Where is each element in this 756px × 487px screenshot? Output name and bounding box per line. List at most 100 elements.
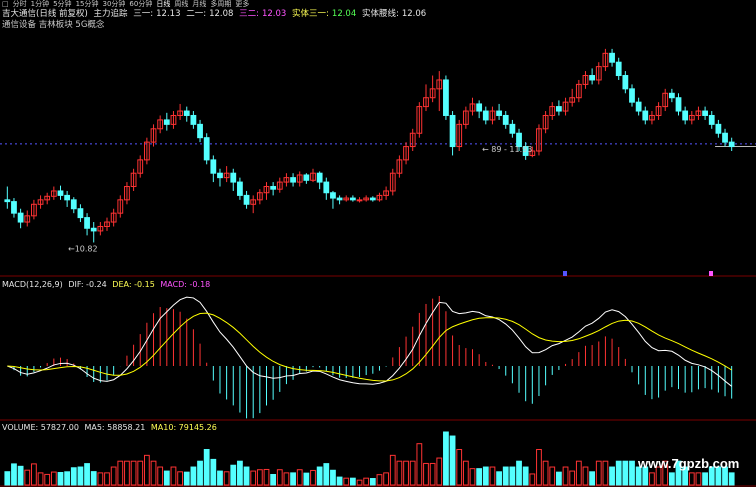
volume-bar <box>502 466 509 486</box>
candle-body <box>336 197 343 201</box>
candle-body <box>190 114 197 125</box>
volume-bar <box>602 460 609 486</box>
candle-body <box>217 172 223 179</box>
volume-bar <box>575 460 582 486</box>
volume-bar <box>303 472 310 486</box>
volume-bar <box>150 460 157 486</box>
volume-bar <box>70 467 77 486</box>
candle-body <box>682 110 689 121</box>
event-marker <box>563 271 567 276</box>
volume-bar <box>569 470 576 486</box>
volume-bar <box>316 466 323 486</box>
volume-bar <box>84 463 90 486</box>
volume-bar <box>57 472 64 486</box>
candle-body <box>443 79 449 116</box>
volume-bar <box>549 466 556 486</box>
candle-body <box>4 199 11 203</box>
event-marker <box>709 271 713 276</box>
candle-body <box>243 194 250 205</box>
candle-body <box>728 141 735 148</box>
candle-body <box>509 123 516 134</box>
volume-bar <box>363 477 370 486</box>
candle-body <box>675 97 682 112</box>
volume-bar <box>443 431 449 486</box>
volume-bar <box>436 457 443 486</box>
volume-bar <box>124 460 130 486</box>
volume-bar <box>276 469 283 486</box>
volume-bar <box>389 454 396 486</box>
candle-body <box>303 174 310 181</box>
candle-body <box>449 114 456 148</box>
candle-body <box>57 190 64 196</box>
candle-body <box>163 119 170 125</box>
volume-bar <box>296 469 303 486</box>
candle-body <box>210 159 217 174</box>
volume-bar <box>183 471 190 486</box>
candle-body <box>482 110 489 121</box>
low-annotation: ←10.82 <box>68 244 98 253</box>
volume-bar <box>469 468 476 486</box>
chart-canvas[interactable]: ← 89 - 11.93 ←10.82 <box>0 0 756 487</box>
candle-body <box>90 227 97 232</box>
volume-bar <box>157 466 164 486</box>
volume-bar <box>170 466 177 486</box>
candle-body <box>708 114 715 125</box>
volume-bar <box>44 473 51 486</box>
candle-body <box>349 197 356 201</box>
volume-bar <box>376 474 383 486</box>
volume-bar <box>409 460 416 486</box>
candle-body <box>323 181 330 194</box>
volume-bar <box>582 466 589 486</box>
volume-bar <box>522 466 529 486</box>
candle-body <box>70 199 77 210</box>
candle-body <box>17 212 24 223</box>
volume-bar <box>50 471 57 486</box>
candle-body <box>609 52 615 63</box>
volume-bar <box>695 472 702 486</box>
volume-bar <box>516 460 522 486</box>
candle-body <box>84 217 90 229</box>
candle-body <box>369 197 376 201</box>
volume-bar <box>310 469 316 486</box>
dif-line <box>7 296 732 387</box>
volume-bar <box>336 476 343 486</box>
candle-body <box>702 110 708 116</box>
volume-bar <box>536 449 542 486</box>
candle-body <box>64 194 71 201</box>
candle-body <box>589 75 596 81</box>
volume-bar <box>323 463 330 486</box>
candle-body <box>77 208 84 219</box>
volume-bar <box>449 435 456 486</box>
volume-bar <box>197 460 203 486</box>
volume-bar <box>37 472 44 486</box>
volume-bar <box>629 460 635 486</box>
volume-bar <box>217 470 223 486</box>
volume-bar <box>203 449 210 486</box>
candle-body <box>668 92 675 99</box>
volume-bar <box>589 471 596 486</box>
volume-bar <box>556 471 562 486</box>
candle-body <box>230 172 237 183</box>
volume-bar <box>290 472 296 486</box>
candle-body <box>615 61 622 77</box>
volume-bar <box>104 472 110 486</box>
volume-bar <box>143 454 150 486</box>
candle-body <box>11 201 17 214</box>
volume-bar <box>77 466 84 486</box>
candle-body <box>203 137 210 161</box>
volume-bar <box>423 462 429 486</box>
volume-bar <box>256 469 263 486</box>
candle-body <box>629 88 635 103</box>
candle-body <box>496 110 502 116</box>
candle-body <box>290 177 296 183</box>
volume-bar <box>356 479 363 486</box>
candle-body <box>270 186 277 190</box>
volume-bar <box>137 460 144 486</box>
volume-bar <box>649 472 655 486</box>
volume-bar <box>403 460 409 486</box>
candle-body <box>330 192 336 199</box>
volume-bar <box>462 460 469 486</box>
volume-bar <box>210 458 217 486</box>
volume-bar <box>64 471 71 486</box>
volume-bar <box>237 460 243 486</box>
